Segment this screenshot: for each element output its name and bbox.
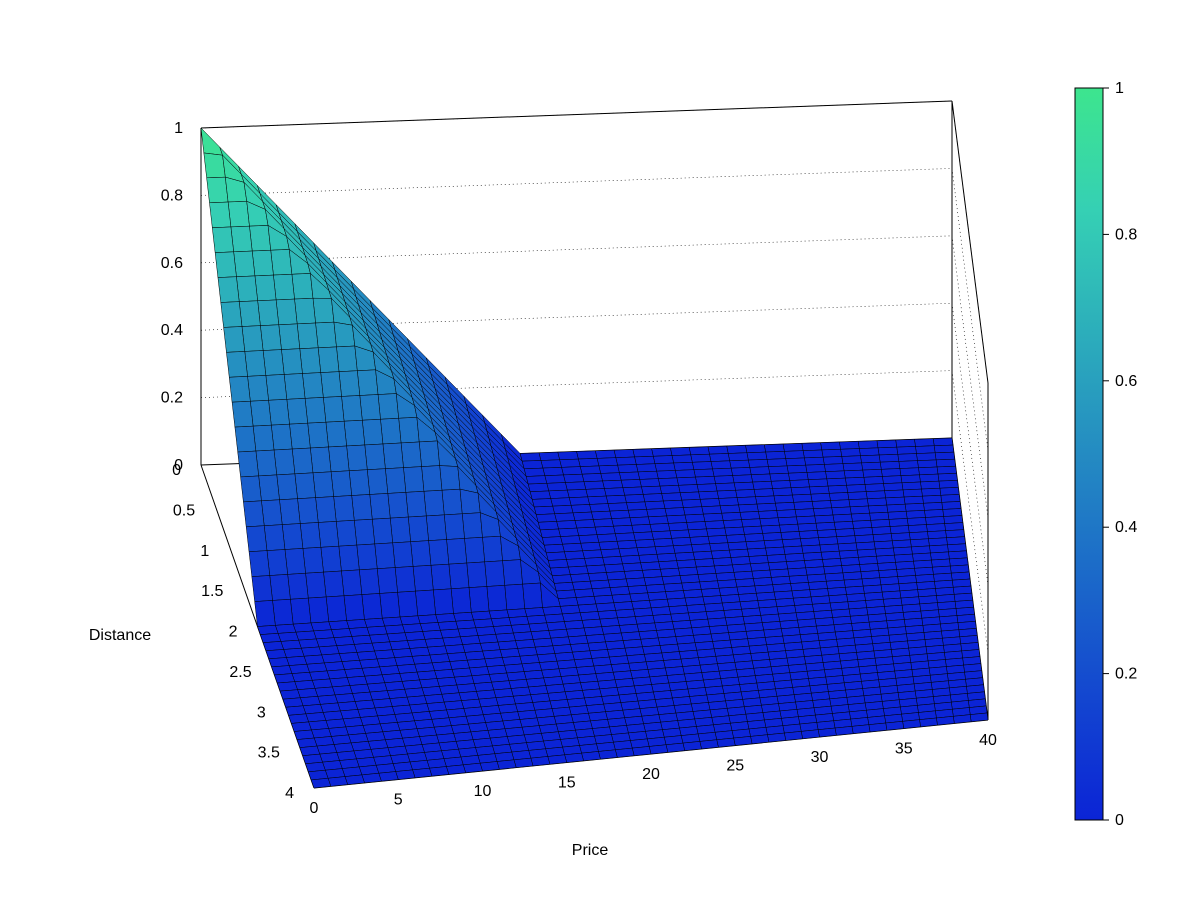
z-tick: 0.6 xyxy=(161,255,183,272)
z-tick: 0.4 xyxy=(161,322,183,339)
z-tick: 0.2 xyxy=(161,390,183,407)
x-tick: 15 xyxy=(558,775,576,792)
z-tick: 1 xyxy=(174,120,183,137)
colorbar-tick: 0.8 xyxy=(1115,226,1137,243)
colorbar-tick: 0.2 xyxy=(1115,666,1137,683)
surface xyxy=(201,128,988,788)
colorbar: 0 0.2 0.4 0.6 0.8 1 xyxy=(1075,80,1137,829)
y-tick: 2.5 xyxy=(229,664,251,681)
y-tick: 0.5 xyxy=(173,502,195,519)
x-tick: 5 xyxy=(394,792,403,809)
x-tick: 10 xyxy=(474,783,492,800)
colorbar-tick: 0 xyxy=(1115,812,1124,829)
y-tick: 1 xyxy=(200,543,209,560)
x-tick: 35 xyxy=(895,741,913,758)
y-tick: 2 xyxy=(229,624,238,641)
y-tick: 0 xyxy=(172,462,181,479)
y-tick: 3 xyxy=(257,704,266,721)
surface-3d-chart: 00.20.40.60.8100.511.522.533.54051015202… xyxy=(0,0,1200,900)
y-tick: 1.5 xyxy=(201,583,223,600)
colorbar-tick: 0.4 xyxy=(1115,519,1137,536)
y-tick: 3.5 xyxy=(258,745,280,762)
x-tick: 40 xyxy=(979,732,997,749)
y-axis-label: Distance xyxy=(89,627,151,644)
colorbar-tick: 1 xyxy=(1115,80,1124,97)
x-tick: 0 xyxy=(310,800,319,817)
y-tick: 4 xyxy=(285,785,294,802)
x-tick: 30 xyxy=(811,749,829,766)
x-tick: 25 xyxy=(726,758,744,775)
z-tick: 0.8 xyxy=(161,187,183,204)
colorbar-tick: 0.6 xyxy=(1115,373,1137,390)
x-axis-label: Price xyxy=(572,842,609,859)
x-tick: 20 xyxy=(642,766,660,783)
